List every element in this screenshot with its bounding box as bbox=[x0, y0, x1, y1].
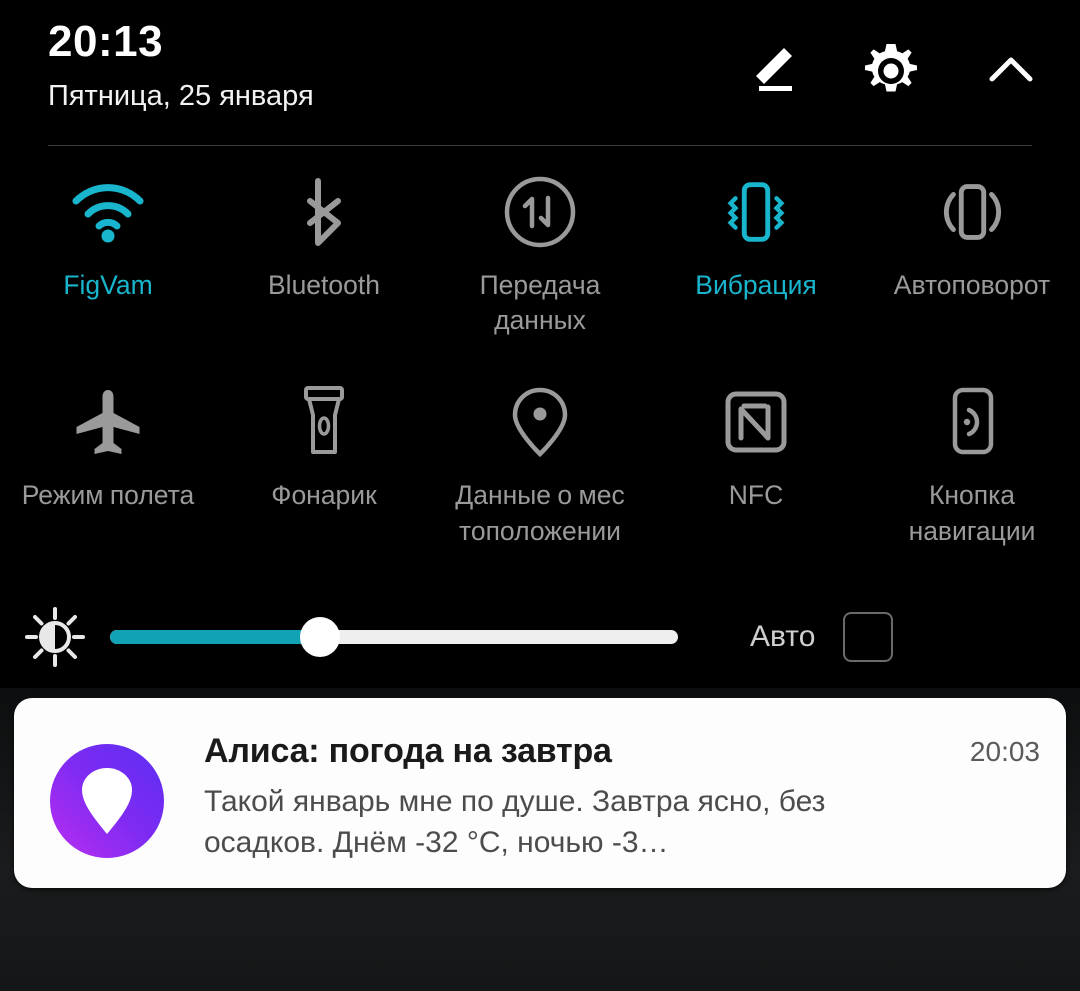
edit-icon[interactable] bbox=[738, 38, 804, 104]
flashlight-icon bbox=[282, 380, 366, 464]
tile-mobile-data[interactable]: Передача данных bbox=[432, 170, 648, 338]
slider-fill bbox=[110, 630, 321, 644]
tile-row-1: FigVam Bluetooth Передача данных Вибраци… bbox=[0, 170, 1080, 338]
tile-airplane-mode[interactable]: Режим полета bbox=[0, 380, 216, 548]
tile-label-airplane-mode: Режим полета bbox=[21, 480, 195, 511]
tile-label-nfc: NFC bbox=[728, 480, 784, 511]
tile-flashlight[interactable]: Фонарик bbox=[216, 380, 432, 548]
clock: 20:13 bbox=[48, 17, 164, 66]
header-divider bbox=[48, 145, 1032, 146]
notification-card[interactable]: Алиса: погода на завтра 20:03 Такой янва… bbox=[14, 698, 1066, 888]
data-transfer-icon bbox=[498, 170, 582, 254]
vibration-icon bbox=[714, 170, 798, 254]
tile-row-2: Режим полета Фонарик Данные о мес тополо… bbox=[0, 380, 1080, 548]
tile-label-nav-button: Кнопка навигации bbox=[908, 480, 1036, 546]
location-pin-icon bbox=[498, 380, 582, 464]
brightness-icon bbox=[0, 606, 110, 668]
tile-label-vibration: Вибрация bbox=[695, 270, 817, 300]
tile-nav-button[interactable]: Кнопка навигации bbox=[864, 380, 1080, 548]
notification-title: Алиса: погода на завтра bbox=[204, 732, 612, 770]
notification-shade: Алиса: погода на завтра 20:03 Такой янва… bbox=[0, 688, 1080, 991]
slider-thumb[interactable] bbox=[300, 617, 341, 657]
status-header: 20:13 Пятница, 25 января bbox=[0, 0, 1080, 146]
brightness-row: Авто bbox=[0, 600, 1080, 674]
tile-auto-rotate[interactable]: Автоповорот bbox=[864, 170, 1080, 338]
nfc-icon bbox=[714, 380, 798, 464]
tile-label-mobile-data: Передача данных bbox=[479, 270, 601, 336]
tile-label-auto-rotate: Автоповорот bbox=[893, 270, 1051, 300]
bluetooth-icon bbox=[282, 170, 366, 254]
header-action-bar bbox=[738, 38, 1044, 104]
notification-time: 20:03 bbox=[969, 736, 1040, 767]
alice-assistant-icon bbox=[48, 742, 166, 860]
tile-label-location: Данные о мес тоположении bbox=[455, 480, 625, 546]
wifi-icon bbox=[66, 170, 150, 254]
tile-vibration[interactable]: Вибрация bbox=[648, 170, 864, 338]
tile-bluetooth[interactable]: Bluetooth bbox=[216, 170, 432, 338]
auto-rotate-icon bbox=[930, 170, 1014, 254]
airplane-icon bbox=[66, 380, 150, 464]
tile-label-bluetooth: Bluetooth bbox=[268, 270, 380, 300]
chevron-up-icon[interactable] bbox=[978, 38, 1044, 104]
nav-button-icon bbox=[930, 380, 1014, 464]
tile-location[interactable]: Данные о мес тоположении bbox=[432, 380, 648, 548]
auto-brightness-checkbox[interactable] bbox=[843, 612, 894, 662]
date-label: Пятница, 25 января bbox=[48, 80, 314, 112]
quick-settings-tiles: FigVam Bluetooth Передача данных Вибраци… bbox=[0, 170, 1080, 549]
quick-settings-panel: 20:13 Пятница, 25 января FigVam Bluetoot… bbox=[0, 0, 1080, 991]
auto-brightness-label: Авто bbox=[750, 620, 816, 653]
tile-nfc[interactable]: NFC bbox=[648, 380, 864, 548]
auto-brightness-group[interactable]: Авто bbox=[750, 612, 894, 662]
tile-label-flashlight: Фонарик bbox=[271, 480, 377, 511]
brightness-slider[interactable] bbox=[110, 617, 678, 657]
tile-wifi[interactable]: FigVam bbox=[0, 170, 216, 338]
notification-body: Такой январь мне по душе. Завтра ясно, б… bbox=[204, 785, 826, 859]
tile-label-wifi: FigVam bbox=[63, 270, 153, 300]
gear-icon[interactable] bbox=[858, 38, 924, 104]
